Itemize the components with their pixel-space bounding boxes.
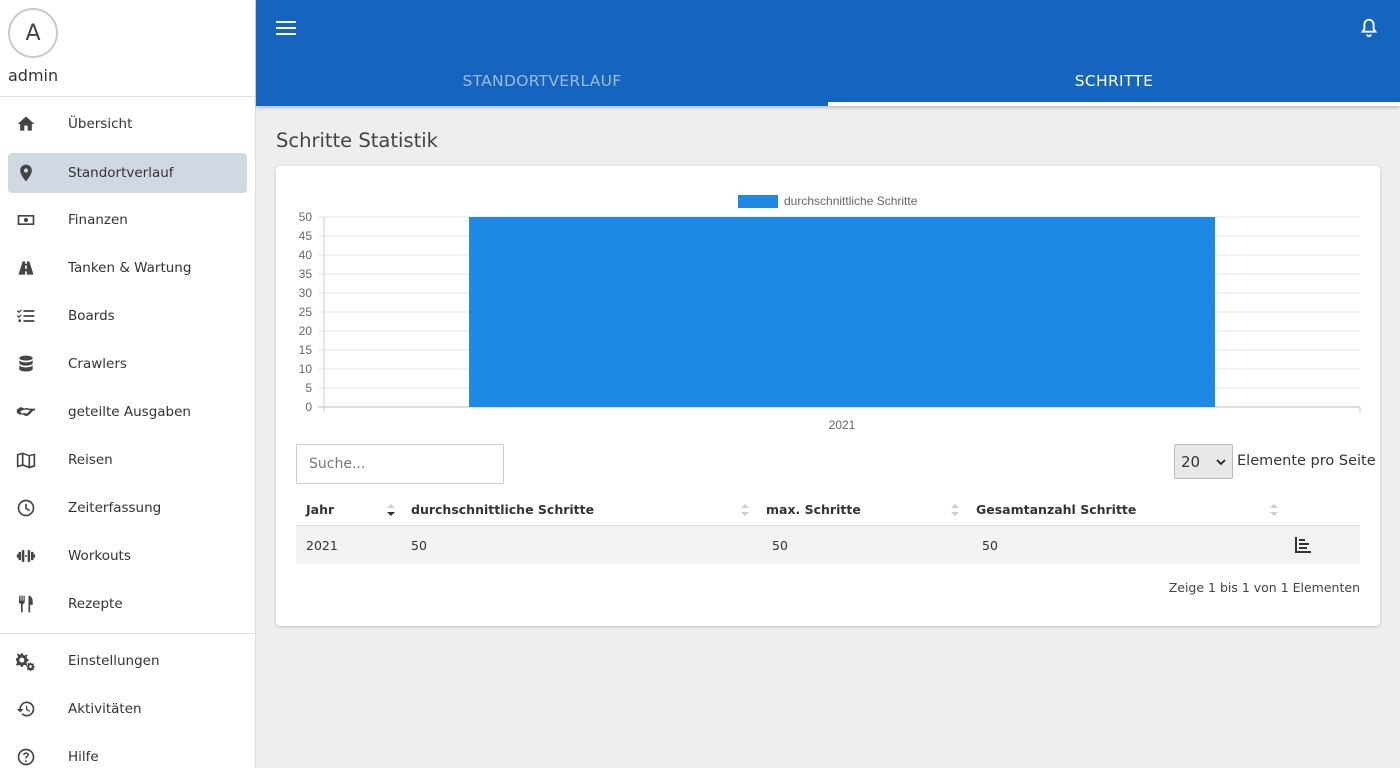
steps-chart: durchschnittliche Schritte 0 5 10 15 20 25 30 35… <box>276 166 1380 436</box>
home-icon <box>8 104 44 144</box>
sidebar-item-label: Aktivitäten <box>68 701 142 717</box>
legend-label: durchschnittliche Schritte <box>784 194 918 208</box>
sidebar-item-tanken-wartung[interactable]: Tanken & Wartung <box>8 248 247 288</box>
sidebar-item-label: Finanzen <box>68 212 128 228</box>
cogs-icon <box>8 641 44 681</box>
sidebar-item-finanzen[interactable]: Finanzen <box>8 200 247 240</box>
history-icon <box>8 689 44 729</box>
sidebar-divider <box>0 96 255 97</box>
column-header-avg-steps[interactable]: durchschnittliche Schritte <box>411 492 594 526</box>
sidebar-item-uebersicht[interactable]: Übersicht <box>8 104 247 144</box>
database-icon <box>8 344 44 384</box>
y-tick-label: 20 <box>299 324 313 338</box>
sidebar: A admin Übersicht Standortverlauf Finanz… <box>0 0 256 768</box>
sidebar-item-boards[interactable]: Boards <box>8 296 247 336</box>
cell-jahr: 2021 <box>306 537 338 553</box>
sort-icon <box>951 504 959 516</box>
tab-standortverlauf[interactable]: STANDORTVERLAUF <box>256 56 828 106</box>
x-tick-label: 2021 <box>829 418 856 432</box>
app-bar: STANDORTVERLAUF SCHRITTE <box>256 0 1400 106</box>
table-row[interactable]: 2021 50 50 50 <box>296 526 1360 564</box>
page-size-value: 20 <box>1181 452 1201 471</box>
statistics-card: durchschnittliche Schritte 0 5 10 15 20 25 30 35… <box>276 166 1380 626</box>
tab-indicator <box>828 102 1400 106</box>
question-circle-icon <box>8 737 44 768</box>
y-tick-label: 30 <box>299 286 313 300</box>
page-size-select[interactable]: 20 <box>1174 444 1233 479</box>
y-tick-label: 40 <box>299 248 313 262</box>
sidebar-item-label: geteilte Ausgaben <box>68 404 191 420</box>
y-tick-label: 15 <box>299 343 313 357</box>
sidebar-item-reisen[interactable]: Reisen <box>8 440 247 480</box>
sidebar-item-aktivitaeten[interactable]: Aktivitäten <box>8 689 247 729</box>
sidebar-item-label: Crawlers <box>68 356 127 372</box>
legend-swatch <box>738 195 778 208</box>
sidebar-item-geteilte-ausgaben[interactable]: geteilte Ausgaben <box>8 392 247 432</box>
sidebar-item-label: Standortverlauf <box>68 165 174 181</box>
chevron-down-icon <box>1216 458 1226 465</box>
bell-icon[interactable] <box>1358 16 1380 40</box>
page-title: Schritte Statistik <box>276 129 438 152</box>
sidebar-item-label: Zeiterfassung <box>68 500 162 516</box>
y-tick-label: 50 <box>299 210 313 224</box>
y-tick-label: 35 <box>299 267 313 281</box>
money-bill-icon <box>8 200 44 240</box>
statistics-table: Jahr durchschnittliche Schritte max. Sch… <box>296 492 1360 564</box>
sort-icon <box>741 504 749 516</box>
sidebar-item-label: Boards <box>68 308 115 324</box>
utensils-icon <box>8 584 44 624</box>
cell-avg-steps: 50 <box>411 537 427 553</box>
sidebar-item-crawlers[interactable]: Crawlers <box>8 344 247 384</box>
y-tick-label: 45 <box>299 229 313 243</box>
dumbbell-icon <box>8 536 44 576</box>
column-header-max-steps[interactable]: max. Schritte <box>766 492 861 526</box>
cell-total-steps: 50 <box>982 537 998 553</box>
sidebar-item-workouts[interactable]: Workouts <box>8 536 247 576</box>
sidebar-item-label: Einstellungen <box>68 653 160 669</box>
tasks-icon <box>8 296 44 336</box>
sidebar-item-label: Reisen <box>68 452 113 468</box>
username: admin <box>8 66 59 85</box>
table-header: Jahr durchschnittliche Schritte max. Sch… <box>296 492 1360 526</box>
column-header-jahr[interactable]: Jahr <box>306 492 334 526</box>
road-icon <box>8 248 44 288</box>
sidebar-divider <box>0 633 255 634</box>
bar-2021 <box>469 217 1215 407</box>
column-header-total-steps[interactable]: Gesamtanzahl Schritte <box>976 492 1136 526</box>
page-size-label: Elemente pro Seite <box>1237 453 1376 469</box>
sidebar-item-hilfe[interactable]: Hilfe <box>8 737 247 768</box>
map-marker-icon <box>8 153 44 193</box>
y-tick-label: 5 <box>305 381 312 395</box>
sort-icon <box>1270 504 1278 516</box>
sort-desc-icon <box>387 504 395 516</box>
sidebar-item-label: Tanken & Wartung <box>68 260 192 276</box>
tab-schritte[interactable]: SCHRITTE <box>828 56 1400 106</box>
menu-icon[interactable] <box>276 17 296 39</box>
sidebar-item-label: Hilfe <box>68 749 99 765</box>
sidebar-item-zeiterfassung[interactable]: Zeiterfassung <box>8 488 247 528</box>
chart-bar-icon[interactable] <box>1293 535 1313 555</box>
search-input[interactable] <box>296 444 504 484</box>
y-tick-label: 25 <box>299 305 313 319</box>
clock-icon <box>8 488 44 528</box>
sidebar-item-label: Übersicht <box>68 116 133 132</box>
sidebar-item-standortverlauf[interactable]: Standortverlauf <box>8 153 247 193</box>
sidebar-item-label: Workouts <box>68 548 131 564</box>
map-icon <box>8 440 44 480</box>
handshake-icon <box>8 392 44 432</box>
sidebar-item-rezepte[interactable]: Rezepte <box>8 584 247 624</box>
sidebar-item-label: Rezepte <box>68 596 123 612</box>
avatar[interactable]: A <box>8 8 58 58</box>
sidebar-item-einstellungen[interactable]: Einstellungen <box>8 641 247 681</box>
cell-max-steps: 50 <box>772 537 788 553</box>
y-tick-label: 0 <box>305 400 312 414</box>
table-info: Zeige 1 bis 1 von 1 Elementen <box>1168 580 1360 595</box>
y-tick-label: 10 <box>299 362 313 376</box>
